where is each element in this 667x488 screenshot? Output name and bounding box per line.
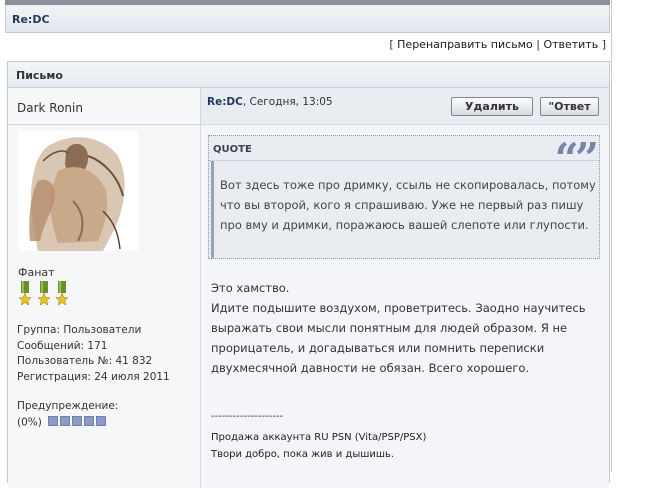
quote-header: QUOTE “”: [209, 134, 599, 183]
warning-box: [84, 416, 95, 426]
author-messages: Сообщений: 171: [17, 339, 108, 352]
message-header-bar: Re:DC: [5, 5, 610, 33]
warning-label: Предупреждение:: [17, 400, 119, 412]
quote-body: Вот здесь тоже про дримку, ссыль не скоп…: [211, 161, 602, 258]
forward-message-link[interactable]: Перенаправить письмо: [397, 38, 533, 51]
signature: Продажа аккаунта RU PSN (Vita/PSP/PSX) Т…: [211, 429, 426, 463]
delete-button[interactable]: Удалить: [451, 97, 533, 116]
quote-label: QUOTE: [213, 144, 252, 155]
medal-icon: [55, 281, 69, 306]
message-title: Re:DC: [12, 13, 50, 26]
author-name[interactable]: Dark Ronin: [17, 101, 83, 115]
quote-text: Вот здесь тоже про дримку, ссыль не скоп…: [220, 178, 596, 232]
warning-level-boxes: [48, 416, 108, 429]
post-body: Это хамство. Идите подышите воздухом, пр…: [211, 278, 601, 378]
warning-box: [96, 416, 107, 426]
post-panel-label: Письмо: [16, 69, 63, 82]
medal-icon: [18, 281, 32, 306]
signature-separator: --------------------: [211, 411, 284, 422]
post-body-line: Это хамство.: [211, 281, 290, 295]
author-user-number: Пользователь №: 41 832: [17, 355, 153, 367]
signature-line: Твори добро, пока жив и дышишь.: [211, 449, 395, 460]
author-rank: Фанат: [18, 266, 55, 279]
warning-value: (0%): [17, 416, 42, 429]
post-frame: Письмо Dark Ronin Фанат Группа: Пользова…: [7, 61, 610, 488]
warning-box: [72, 416, 83, 426]
rank-medals: [18, 281, 71, 306]
post-panel-header: Письмо: [8, 62, 609, 88]
medal-icon: [36, 281, 51, 306]
author-column: Dark Ronin Фанат Группа: Пользователи Со…: [8, 88, 201, 488]
reply-button[interactable]: "Ответ: [540, 97, 599, 116]
quote-block: QUOTE “” Вот здесь тоже про дримку, ссыл…: [208, 134, 602, 259]
reply-link[interactable]: Ответить: [543, 38, 598, 51]
warning-level: (0%): [17, 416, 108, 429]
message-page: Re:DC [ Перенаправить письмо | Ответить …: [5, 0, 610, 488]
author-stats: Группа: Пользователи Сообщений: 171 Поль…: [17, 323, 170, 385]
author-registered: Регистрация: 24 июля 2011: [17, 370, 170, 383]
post-meta-row: Re:DC, Сегодня, 13:05 Удалить "Ответ: [201, 88, 609, 125]
post-body-line: Идите подышите воздухом, проветритесь. З…: [211, 301, 586, 375]
page-right-border: [611, 0, 612, 472]
signature-line: Продажа аккаунта RU PSN (Vita/PSP/PSX): [211, 432, 427, 443]
avatar: [18, 131, 138, 251]
warning-box: [60, 416, 71, 426]
post-time: , Сегодня, 13:05: [242, 96, 333, 108]
author-group: Группа: Пользователи: [17, 324, 142, 336]
author-name-row: Dark Ronin: [8, 88, 200, 125]
message-actions: [ Перенаправить письмо | Ответить ]: [389, 38, 606, 51]
post-title: Re:DC, Сегодня, 13:05: [207, 96, 333, 108]
warning-box: [48, 416, 59, 426]
post-column: Re:DC, Сегодня, 13:05 Удалить "Ответ QUO…: [201, 88, 609, 488]
